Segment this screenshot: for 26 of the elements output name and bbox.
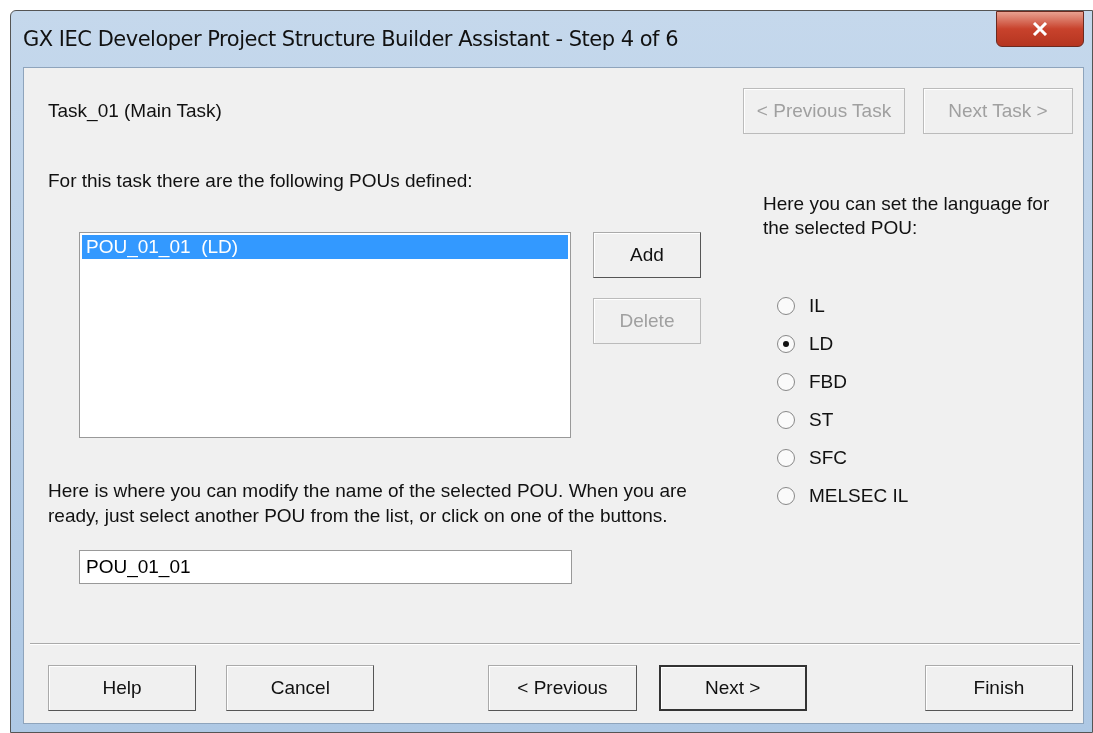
radio-button[interactable] [777, 411, 795, 429]
task-label: Task_01 (Main Task) [48, 100, 222, 122]
radio-button[interactable] [777, 297, 795, 315]
window-title: GX IEC Developer Project Structure Builder Assistant - Step 4 of 6 [23, 27, 679, 51]
radio-button[interactable] [777, 487, 795, 505]
close-icon [1032, 22, 1048, 36]
language-option-label[interactable]: ST [809, 409, 834, 431]
dialog-button[interactable]: Help [48, 665, 197, 711]
pou-list-caption: For this task there are the following POUs defined: [48, 170, 474, 192]
language-caption: Here you can set the language for the selected POU: [763, 192, 1051, 240]
close-button[interactable] [996, 11, 1084, 47]
dialog-button[interactable]: Next > [658, 665, 807, 711]
radio-button[interactable] [777, 373, 795, 391]
language-option-label[interactable]: IL [809, 295, 825, 317]
language-option-label[interactable]: FBD [809, 371, 847, 393]
dialog-button[interactable]: Finish [924, 665, 1073, 711]
radio-button[interactable] [777, 335, 795, 353]
rename-instructions: Here is where you can modify the name of the selected POU. When you are ready, just select another POU from the list, or click on one of the buttons. [48, 479, 688, 528]
dialog-button[interactable]: < Previous [488, 665, 637, 711]
pou-action-button[interactable]: Add [593, 232, 701, 278]
pou-name-field[interactable]: POU_01_01 [79, 550, 572, 584]
language-option-label[interactable]: MELSEC IL [809, 485, 909, 507]
dialog-button[interactable]: Cancel [226, 665, 375, 711]
language-option-label[interactable]: LD [809, 333, 834, 355]
radio-button[interactable] [777, 449, 795, 467]
language-option-label[interactable]: SFC [809, 447, 847, 469]
